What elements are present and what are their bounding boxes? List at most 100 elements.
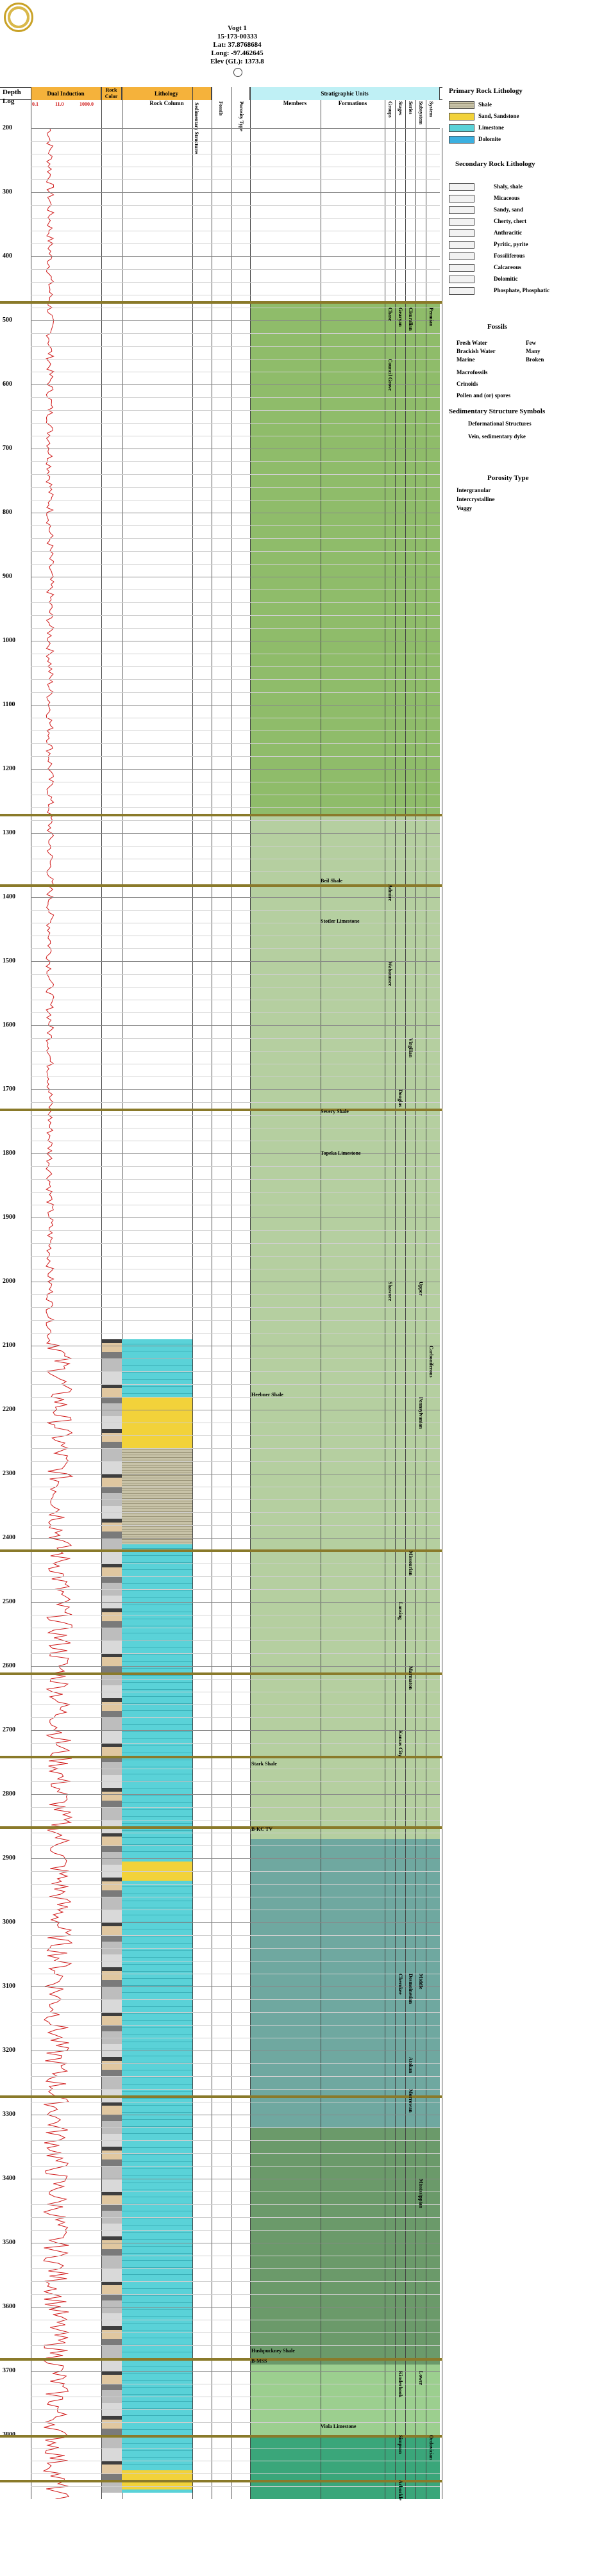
minor-gridline	[31, 1294, 440, 1295]
minor-gridline	[31, 1358, 440, 1359]
stage-virgilian: Virgilian	[408, 1038, 414, 1058]
depth-label: 3500	[3, 2239, 15, 2246]
depth-label: 2300	[3, 1470, 15, 1477]
minor-gridline	[31, 551, 440, 552]
depth-label: 2100	[3, 1342, 15, 1349]
depth-label: 1300	[3, 829, 15, 836]
depth-label: 3300	[3, 2111, 15, 2118]
depth-label: 900	[3, 573, 12, 580]
di-scale-right: 1000.0	[80, 101, 94, 107]
secondary-swatch	[449, 195, 474, 202]
formations-subhead: Formations	[338, 100, 367, 106]
system-ordovician: Ordovician	[428, 2435, 434, 2460]
minor-gridline	[31, 1102, 440, 1103]
dual-induction-title: Dual Induction	[31, 87, 101, 100]
depth-gridline	[31, 2371, 440, 2372]
stage-morrowan: Morrowan	[408, 2089, 414, 2113]
minor-gridline	[31, 1589, 440, 1590]
series-lower: Lower	[418, 2371, 424, 2386]
depth-label: 3200	[3, 2047, 15, 2054]
mississippian-block	[250, 2127, 440, 2365]
secondary-lithology-item: Pyritic, pyrite	[494, 241, 528, 247]
group-council-grove: Council Grove	[387, 359, 393, 391]
depth-label: 3100	[3, 1983, 15, 1990]
porosity-vuggy: Vuggy	[457, 505, 473, 511]
member-beil-shale: Beil Shale	[321, 878, 343, 884]
secondary-lithology-item: Phosphate, Phosphatic	[494, 287, 550, 293]
minor-gridline	[31, 141, 440, 142]
depth-gridline	[31, 1538, 440, 1539]
formation-b-mss: B-MSS	[251, 2358, 267, 2364]
rock-color-title: Rock Color	[101, 87, 122, 100]
secondary-swatch	[449, 241, 474, 249]
fossil-pollen: Pollen and (or) spores	[457, 392, 511, 399]
depth-label: 600	[3, 381, 12, 388]
minor-gridline	[31, 1653, 440, 1654]
depth-gridline	[31, 1602, 440, 1603]
group-douglas: Douglas	[398, 1089, 403, 1107]
legend-fossils-title: Fossils	[487, 323, 508, 331]
secondary-swatch	[449, 276, 474, 283]
boundary-line	[0, 2095, 442, 2098]
group-lansing: Lansing	[398, 1602, 403, 1620]
series-subhead: Series	[408, 101, 414, 115]
log-col-title: Log	[3, 97, 15, 105]
minor-gridline	[31, 615, 440, 616]
minor-gridline	[31, 2153, 440, 2154]
depth-label: 3600	[3, 2303, 15, 2310]
minor-gridline	[31, 2422, 440, 2423]
minor-gridline	[31, 820, 440, 821]
minor-gridline	[31, 538, 440, 539]
minor-gridline	[31, 1448, 440, 1449]
minor-gridline	[31, 2217, 440, 2218]
depth-gridline	[31, 320, 440, 321]
series-upper: Upper	[418, 1282, 424, 1296]
member-topeka-limestone: Topeka Limestone	[321, 1150, 361, 1156]
legend-limestone: Limestone	[478, 124, 504, 131]
depth-label: 200	[3, 124, 12, 131]
depth-gridline	[31, 256, 440, 257]
minor-gridline	[31, 743, 440, 744]
group-shawnee: Shawnee	[387, 1282, 393, 1301]
minor-gridline	[31, 2076, 440, 2077]
north-arrow-icon	[233, 68, 242, 77]
secondary-swatch	[449, 206, 474, 214]
minor-gridline	[31, 1115, 440, 1116]
legend-limestone-swatch	[449, 124, 474, 132]
stages-subhead: Stages	[398, 101, 403, 115]
latitude: Lat: 37.8768684	[213, 41, 262, 49]
minor-gridline	[31, 525, 440, 526]
group-cherokee: Cherokee	[398, 1974, 403, 1995]
depth-gridline	[31, 833, 440, 834]
depth-label: 2900	[3, 1854, 15, 1862]
minor-gridline	[31, 282, 440, 283]
minor-gridline	[31, 1884, 440, 1885]
minor-gridline	[31, 564, 440, 565]
depth-label: 2700	[3, 1726, 15, 1733]
minor-gridline	[31, 910, 440, 911]
depth-gridline	[31, 769, 440, 770]
minor-gridline	[31, 679, 440, 680]
depth-gridline	[31, 1858, 440, 1859]
system-subhead: System	[428, 101, 434, 117]
minor-gridline	[31, 487, 440, 488]
minor-gridline	[31, 2281, 440, 2282]
minor-gridline	[31, 2230, 440, 2231]
fossil-abund-many: Many	[526, 348, 541, 354]
minor-gridline	[31, 423, 440, 424]
minor-gridline	[31, 871, 440, 872]
minor-gridline	[31, 2063, 440, 2064]
group-kansas-city: Kansas City	[398, 1730, 403, 1757]
secondary-lithology-item: Fossiliferous	[494, 252, 525, 259]
minor-gridline	[31, 974, 440, 975]
depth-label: 1200	[3, 765, 15, 772]
stage-atokan: Atokan	[408, 2057, 414, 2074]
col-divider	[405, 100, 406, 2499]
depth-gridline	[31, 1025, 440, 1026]
depth-gridline	[31, 1986, 440, 1987]
minor-gridline	[31, 397, 440, 398]
depth-label: 1100	[3, 701, 15, 708]
secondary-lithology-item: Sandy, sand	[494, 206, 524, 213]
legend-dolomite-swatch	[449, 136, 474, 144]
minor-gridline	[31, 2486, 440, 2487]
